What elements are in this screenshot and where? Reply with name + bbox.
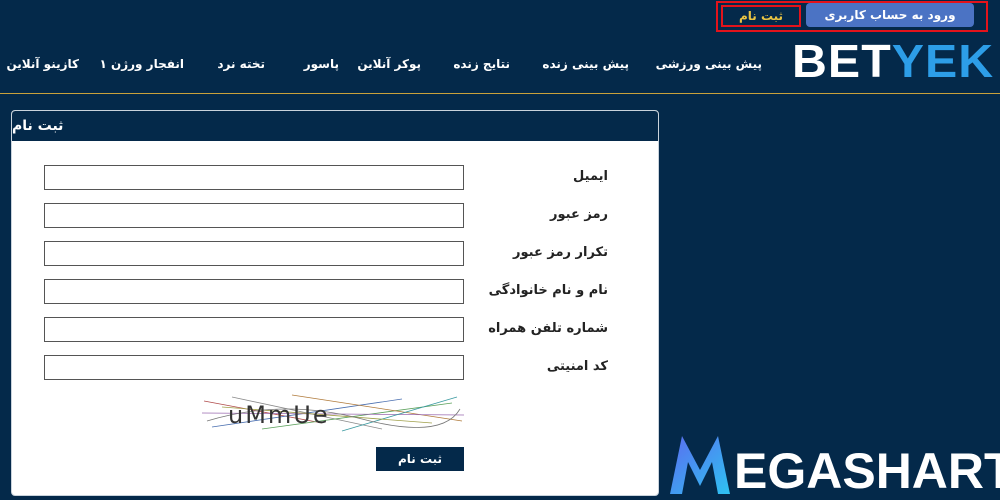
nav-item-sports-betting[interactable]: پیش بینی ورزشی (656, 57, 762, 71)
form-row-fullname: نام و نام خانوادگی (12, 279, 658, 305)
fullname-field[interactable] (44, 279, 464, 304)
fullname-label: نام و نام خانوادگی (488, 283, 608, 298)
captcha-image: uMmUe (202, 394, 464, 432)
form-row-password-confirm: تکرار رمز عبور (12, 241, 658, 267)
watermark-m-logo-icon (670, 436, 730, 494)
nav-item-online-poker[interactable]: پوکر آنلاین (357, 57, 421, 71)
logo-text-bet: BET (792, 35, 892, 87)
form-row-captcha: کد امنیتی (12, 355, 658, 381)
captcha-label: کد امنیتی (546, 359, 608, 374)
site-logo[interactable]: BETYEK (792, 36, 994, 86)
nav-item-live-results[interactable]: نتایج زنده (453, 57, 510, 71)
nav-item-online-casino[interactable]: کازینو آنلاین (6, 57, 79, 71)
form-row-password: رمز عبور (12, 203, 658, 229)
password-field[interactable] (44, 203, 464, 228)
login-button[interactable]: ورود به حساب کاربری (806, 3, 974, 27)
logo-text-yek: YEK (891, 35, 995, 87)
megashart-watermark: EGASHART (670, 436, 1000, 499)
phone-field[interactable] (44, 317, 464, 342)
phone-label: شماره تلفن همراه (488, 321, 608, 336)
watermark-text: EGASHART (734, 443, 1000, 499)
password-confirm-field[interactable] (44, 241, 464, 266)
form-row-phone: شماره تلفن همراه (12, 317, 658, 343)
submit-register-button[interactable]: ثبت نام (376, 447, 464, 471)
panel-title: ثبت نام (12, 111, 658, 142)
email-label: ایمیل (573, 169, 608, 184)
nav-item-pasoor[interactable]: پاسور (304, 57, 339, 71)
nav-item-live-betting[interactable]: پیش بینی زنده (542, 57, 629, 71)
nav-divider (0, 93, 1000, 94)
nav-item-crash-v1[interactable]: انفجار ورژن ۱ (99, 57, 184, 71)
registration-panel: ثبت نام ایمیل رمز عبور تکرار رمز عبور نا… (11, 110, 659, 496)
nav-item-backgammon[interactable]: تخته نرد (217, 57, 265, 71)
captcha-text: uMmUe (228, 401, 330, 429)
captcha-field[interactable] (44, 355, 464, 380)
form-row-email: ایمیل (12, 165, 658, 191)
email-field[interactable] (44, 165, 464, 190)
register-button[interactable]: ثبت نام (721, 5, 801, 27)
password-confirm-label: تکرار رمز عبور (513, 245, 608, 260)
password-label: رمز عبور (550, 207, 608, 222)
